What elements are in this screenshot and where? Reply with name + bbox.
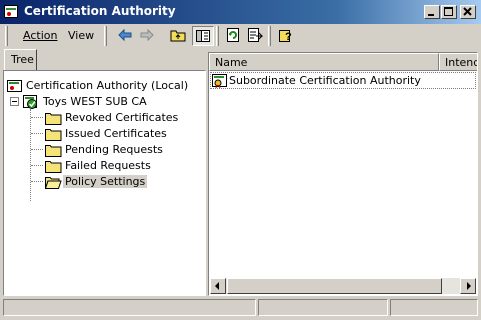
forward-button[interactable] xyxy=(137,26,159,46)
tree-pane[interactable]: Certification Authority (Local) Toys WES… xyxy=(3,70,206,296)
tree-ca-label: Toys WEST SUB CA xyxy=(43,95,147,108)
folder-icon xyxy=(45,161,62,173)
ca-server-icon xyxy=(23,95,37,109)
close-button[interactable] xyxy=(460,5,476,19)
back-button[interactable] xyxy=(115,26,137,46)
certificate-authority-icon xyxy=(7,80,22,92)
tree-line xyxy=(30,109,32,201)
minimize-button[interactable] xyxy=(424,5,440,19)
menu-action[interactable]: Action xyxy=(23,29,57,42)
svg-text:?: ? xyxy=(285,31,292,43)
tree-root-label: Certification Authority (Local) xyxy=(26,79,189,92)
help-icon: ? xyxy=(279,30,292,43)
list-item[interactable]: Subordinate Certification Authority xyxy=(210,72,476,89)
status-panel-3 xyxy=(390,299,478,316)
column-header-name[interactable]: Name xyxy=(209,53,439,71)
folder-icon xyxy=(45,113,62,125)
help-button[interactable]: ? xyxy=(276,26,298,46)
toolbar-grip[interactable] xyxy=(104,26,107,46)
show-tree-icon xyxy=(196,30,210,42)
tab-tree[interactable]: Tree xyxy=(4,49,37,71)
open-folder-icon xyxy=(45,177,62,189)
forward-arrow-icon xyxy=(140,28,154,42)
folder-label-selected: Policy Settings xyxy=(63,175,148,188)
column-header-intended-label: Intend xyxy=(445,56,478,69)
folder-label: Revoked Certificates xyxy=(65,111,179,124)
window-title: Certification Authority xyxy=(24,4,176,18)
tree-line xyxy=(31,117,43,118)
column-header-intended[interactable]: Intend xyxy=(439,53,478,71)
folder-icon xyxy=(45,129,62,141)
folder-label: Failed Requests xyxy=(65,159,151,172)
toolbar-separator-2 xyxy=(268,26,271,46)
tab-tree-label: Tree xyxy=(11,53,34,66)
export-list-icon xyxy=(248,28,263,42)
status-panel-2 xyxy=(258,299,388,316)
tree-line xyxy=(31,181,43,182)
collapse-toggle-icon[interactable] xyxy=(10,97,19,106)
export-list-button[interactable] xyxy=(245,26,267,46)
scroll-left-button[interactable] xyxy=(210,278,226,294)
up-one-level-button[interactable] xyxy=(168,26,190,46)
menu-view-label: View xyxy=(68,29,95,42)
details-pane[interactable]: Name Intend Subordinate Certification Au… xyxy=(208,52,478,296)
left-arrow-icon xyxy=(215,282,219,290)
status-panel-1 xyxy=(3,299,256,316)
back-arrow-icon xyxy=(118,28,132,42)
refresh-icon xyxy=(227,28,239,42)
tree-line xyxy=(31,133,43,134)
scroll-thumb[interactable] xyxy=(227,278,442,294)
list-item-label: Subordinate Certification Authority xyxy=(229,74,421,87)
maximize-button[interactable] xyxy=(441,5,457,19)
show-hide-tree-button[interactable] xyxy=(192,26,214,46)
folder-label: Issued Certificates xyxy=(65,127,167,140)
folder-icon xyxy=(45,145,62,157)
certificate-app-icon[interactable] xyxy=(4,5,18,18)
folder-label: Pending Requests xyxy=(65,143,163,156)
tree-line xyxy=(31,149,43,150)
horizontal-scrollbar[interactable] xyxy=(210,278,476,294)
up-folder-icon xyxy=(170,30,186,42)
menu-grip[interactable] xyxy=(5,26,8,46)
column-header-name-label: Name xyxy=(215,56,248,69)
menu-action-label: Action xyxy=(23,29,58,42)
toolbar-separator xyxy=(216,26,219,46)
refresh-button[interactable] xyxy=(223,26,245,46)
menu-view[interactable]: View xyxy=(68,29,94,42)
right-arrow-icon xyxy=(467,282,471,290)
tree-line xyxy=(31,165,43,166)
certificate-template-icon xyxy=(212,74,227,89)
scroll-right-button[interactable] xyxy=(460,278,476,294)
